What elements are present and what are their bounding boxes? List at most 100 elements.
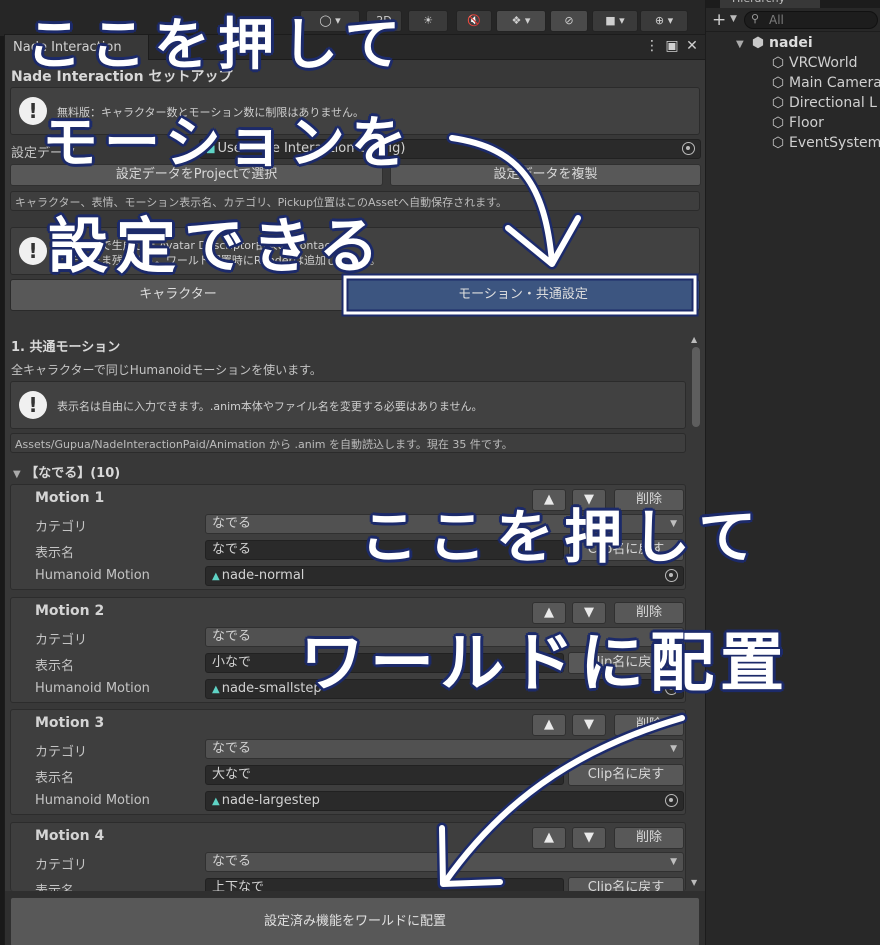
move-down-button[interactable]: ▼	[572, 714, 606, 736]
foldout-arrow-icon: ▼	[13, 469, 21, 480]
hierarchy-toolbar: + ▼ ⚲ All	[706, 8, 880, 32]
gameobject-cube-icon: ⬡	[771, 55, 785, 71]
close-icon[interactable]: ✕	[684, 38, 700, 54]
scene-name: nadei	[769, 35, 813, 51]
display-name-label: 表示名	[35, 771, 75, 786]
hierarchy-item-label: VRCWorld	[789, 55, 858, 71]
gizmos-icon[interactable]: ⊕ ▾	[640, 10, 688, 32]
animation-clip-icon: ▲	[212, 684, 220, 695]
annotation-text-4: ここを押して	[360, 503, 767, 571]
animation-clip-icon: ▲	[212, 796, 220, 807]
move-down-button[interactable]: ▼	[572, 827, 606, 849]
move-up-button[interactable]: ▲	[532, 714, 566, 736]
foldout-arrow-icon[interactable]: ▼	[736, 35, 750, 55]
humanoid-motion-label: Humanoid Motion	[35, 793, 150, 808]
hierarchy-tabstrip: Hierarchy	[706, 0, 880, 8]
search-icon: ⚲	[751, 12, 760, 25]
annotation-text-5: ワールドに配置	[300, 627, 790, 701]
clip-name: nade-largestep	[221, 793, 320, 808]
motion-title: Motion 4	[35, 828, 105, 844]
category-label: カテゴリ	[35, 745, 88, 760]
gameobject-cube-icon: ⬡	[771, 95, 785, 111]
section-description: 全キャラクターで同じHumanoidモーションを使います。	[11, 363, 322, 377]
bottom-action-bar: 設定済み機能をワールドに配置	[5, 891, 705, 945]
reset-to-clip-name-button[interactable]: Clip名に戻す	[568, 764, 684, 786]
hierarchy-item[interactable]: ⬡ EventSystem	[770, 133, 880, 153]
category-value: なでる	[212, 741, 252, 756]
category-value: なでる	[212, 854, 252, 869]
hierarchy-item-label: Directional L	[789, 95, 877, 111]
category-label: カテゴリ	[35, 633, 88, 648]
scrollbar[interactable]: ▲ ▼	[689, 335, 703, 887]
hierarchy-item[interactable]: ⬡ Floor	[770, 113, 824, 133]
animation-clip-icon: ▲	[212, 571, 220, 582]
move-up-button[interactable]: ▲	[532, 827, 566, 849]
chevron-down-icon: ▼	[670, 857, 677, 867]
delete-button[interactable]: 削除	[614, 827, 684, 849]
category-dropdown[interactable]: なでる ▼	[205, 852, 684, 872]
search-placeholder: All	[769, 13, 784, 27]
annotation-text-1: ここを押して	[26, 13, 409, 78]
hierarchy-item-label: Main Camera	[789, 75, 880, 91]
info-icon: !	[19, 391, 47, 419]
reset-to-clip-name-button[interactable]: Clip名に戻す	[568, 877, 684, 891]
maximize-icon[interactable]: ▣	[664, 38, 680, 54]
duplicate-config-button[interactable]: 設定データを複製	[390, 164, 701, 186]
category-dropdown[interactable]: なでる ▼	[205, 739, 684, 759]
display-name-input[interactable]: 上下なで	[205, 878, 564, 891]
display-name-notice: ! 表示名は自由に入力できます。.anim本体やファイル名を変更する必要はありま…	[10, 381, 686, 429]
motion-title: Motion 2	[35, 603, 105, 619]
gameobject-cube-icon: ⬡	[771, 75, 785, 91]
visibility-toggle-icon[interactable]: ⊘	[550, 10, 588, 32]
display-name-label: 表示名	[35, 880, 74, 891]
motion-title: Motion 1	[35, 490, 105, 506]
more-options-icon[interactable]: ⋮	[644, 38, 660, 54]
gameobject-cube-icon: ⬡	[771, 115, 785, 131]
scroll-down-icon[interactable]: ▼	[691, 878, 697, 887]
display-name-input[interactable]: 大なで	[205, 765, 564, 785]
hierarchy-item-label: EventSystem	[789, 135, 880, 151]
add-icon[interactable]: +	[712, 10, 726, 30]
hierarchy-item[interactable]: ⬡ Directional L	[770, 93, 877, 113]
annotation-text-2: モーションを	[42, 111, 413, 176]
group-label: 【なでる】(10)	[25, 466, 121, 481]
object-picker-icon[interactable]	[665, 794, 678, 807]
place-in-world-button[interactable]: 設定済み機能をワールドに配置	[10, 897, 700, 945]
humanoid-motion-label: Humanoid Motion	[35, 568, 150, 583]
object-picker-icon[interactable]	[682, 142, 695, 155]
display-name-label: 表示名	[35, 659, 75, 674]
hierarchy-root-scene[interactable]: ▼ ⬢ nadei	[736, 33, 813, 53]
tab-motion-common[interactable]: モーション・共通設定	[346, 279, 700, 311]
hierarchy-item-label: Floor	[789, 115, 824, 131]
hierarchy-panel: Hierarchy + ▼ ⚲ All ▼⬢nadei ⬡VRCWorld ⬡M…	[705, 0, 880, 945]
audio-toggle-icon[interactable]: 🔇	[456, 10, 492, 32]
lighting-toggle-icon[interactable]: ☀	[408, 10, 448, 32]
info-icon: !	[19, 237, 47, 265]
scroll-up-icon[interactable]: ▲	[691, 335, 697, 344]
hierarchy-item[interactable]: ⬡ Main Camera	[770, 73, 880, 93]
chevron-down-icon[interactable]: ▼	[730, 14, 737, 24]
clip-name: nade-normal	[221, 568, 305, 583]
motion-card: Motion 3 ▲ ▼ 削除 カテゴリ なでる ▼ 表示名 大なで Clip名に…	[10, 709, 686, 815]
group-foldout[interactable]: ▼ 【なでる】(10)	[13, 462, 120, 481]
notice-text: 表示名は自由に入力できます。.anim本体やファイル名を変更する必要はありません…	[57, 400, 483, 413]
category-label: カテゴリ	[35, 520, 88, 535]
hierarchy-search-input[interactable]: ⚲ All	[744, 11, 878, 29]
humanoid-motion-label: Humanoid Motion	[35, 681, 150, 696]
unity-scene-icon: ⬢	[751, 35, 765, 51]
effects-toggle-icon[interactable]: ❖ ▾	[496, 10, 546, 32]
humanoid-motion-field[interactable]: ▲ nade-largestep	[205, 791, 684, 811]
category-value: なでる	[212, 629, 252, 644]
category-label: カテゴリ	[35, 858, 88, 873]
annotation-text-3: 設定できる	[48, 212, 387, 282]
motion-title: Motion 3	[35, 715, 105, 731]
scrollbar-thumb[interactable]	[692, 347, 700, 427]
path-info: Assets/Gupua/NadeInteractionPaid/Animati…	[10, 433, 686, 453]
hierarchy-tab[interactable]: Hierarchy	[720, 0, 820, 8]
chevron-down-icon: ▼	[670, 744, 677, 754]
camera-icon[interactable]: ■ ▾	[592, 10, 638, 32]
motion-card: Motion 4 ▲ ▼ 削除 カテゴリ なでる ▼ 表示名 上下なで Clip名…	[10, 822, 686, 891]
category-value: なでる	[212, 516, 252, 531]
delete-button[interactable]: 削除	[614, 714, 684, 736]
hierarchy-item[interactable]: ⬡ VRCWorld	[770, 53, 858, 73]
